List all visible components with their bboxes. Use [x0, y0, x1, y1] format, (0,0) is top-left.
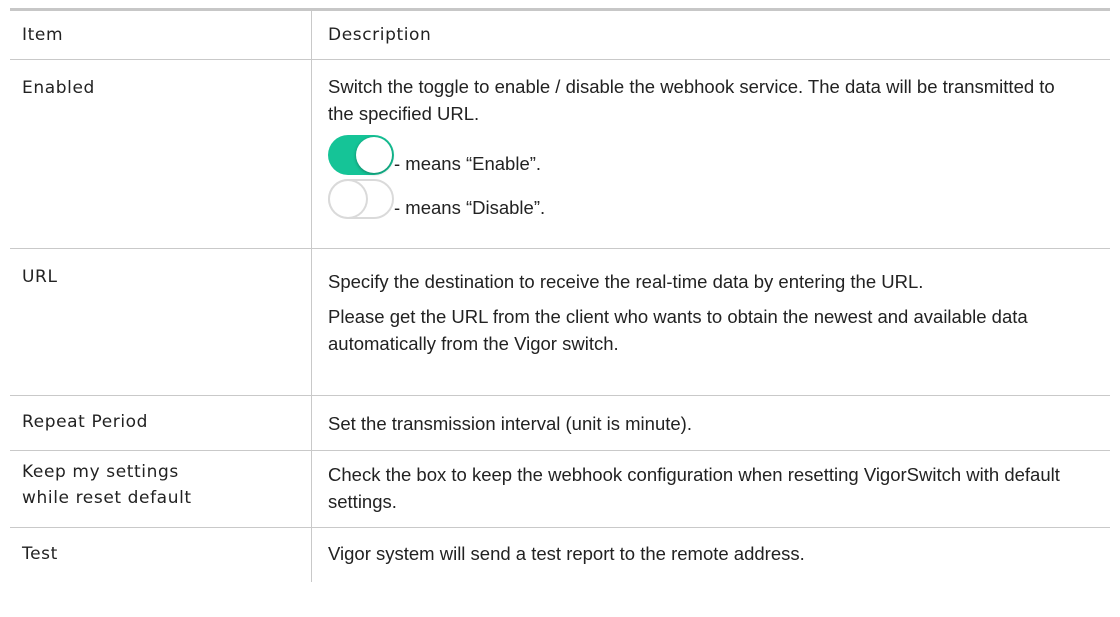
desc-keep-settings: Check the box to keep the webhook config… [328, 464, 1060, 512]
table-row-url: URL Specify the destination to receive t… [10, 249, 1110, 396]
desc-enabled-text: Switch the toggle to enable / disable th… [328, 76, 1055, 124]
item-keep-settings-line2: while reset default [22, 488, 192, 508]
item-repeat-period: Repeat Period [10, 396, 312, 450]
desc-enabled: Switch the toggle to enable / disable th… [312, 60, 1110, 248]
desc-url-text-2: Please get the URL from the client who w… [328, 306, 1028, 354]
toggle-on-icon [328, 135, 394, 175]
table-row-keep-settings: Keep my settings while reset default Che… [10, 451, 1110, 528]
desc-url: Specify the destination to receive the r… [312, 249, 1110, 395]
toggle-off-text: - means “Disable”. [394, 197, 546, 218]
parameter-table: Item Description Enabled Switch the togg… [10, 8, 1110, 582]
item-keep-settings: Keep my settings while reset default [10, 451, 312, 527]
toggle-off-icon [328, 179, 394, 219]
table-header-row: Item Description [10, 11, 1110, 60]
item-keep-settings-line1: Keep my settings [22, 462, 179, 482]
desc-repeat-period: Set the transmission interval (unit is m… [328, 413, 692, 434]
item-test: Test [10, 528, 312, 582]
item-enabled: Enabled [10, 60, 312, 248]
desc-url-text-1: Specify the destination to receive the r… [328, 271, 924, 292]
item-url: URL [10, 249, 312, 395]
toggle-on-text: - means “Enable”. [394, 153, 542, 174]
table-row-repeat-period: Repeat Period Set the transmission inter… [10, 396, 1110, 451]
header-item: Item [10, 11, 312, 59]
desc-test: Vigor system will send a test report to … [328, 543, 805, 564]
table-row-test: Test Vigor system will send a test repor… [10, 528, 1110, 582]
header-description: Description [328, 25, 432, 45]
toggle-off-example: - means “Disable”. [328, 175, 1080, 219]
table-row-enabled: Enabled Switch the toggle to enable / di… [10, 60, 1110, 249]
toggle-on-example: - means “Enable”. [328, 131, 1080, 175]
